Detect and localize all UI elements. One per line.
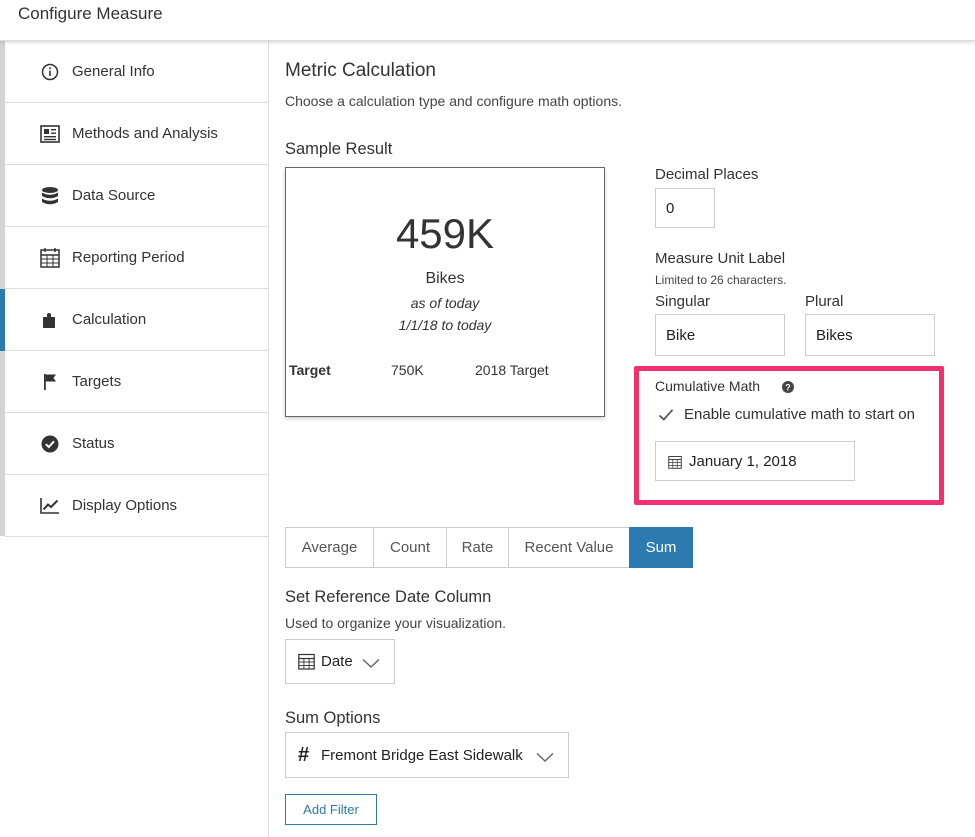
calc-type-count[interactable]: Count <box>373 527 447 568</box>
info-icon <box>39 61 61 83</box>
calendar-icon <box>668 455 682 474</box>
sidebar-item-methods-and-analysis[interactable]: Methods and Analysis <box>5 103 268 165</box>
plural-input[interactable] <box>805 314 935 356</box>
calc-type-average[interactable]: Average <box>285 527 374 568</box>
help-icon[interactable]: ? <box>782 380 794 398</box>
sample-result-card: 459K Bikes as of today 1/1/18 to today T… <box>285 167 605 417</box>
sample-unit: Bikes <box>425 270 465 287</box>
cumulative-start-date: January 1, 2018 <box>689 453 797 470</box>
sidebar-item-calculation[interactable]: Calculation <box>5 289 268 351</box>
sidebar-item-label: Data Source <box>72 187 156 204</box>
hash-icon: # <box>298 744 310 766</box>
flag-icon <box>39 371 61 393</box>
puzzle-icon <box>39 309 61 331</box>
cumulative-math-checkbox[interactable] <box>657 406 675 424</box>
check-circle-icon <box>39 433 61 455</box>
target-name: 2018 Target <box>475 362 549 378</box>
singular-input[interactable] <box>655 314 785 356</box>
sidebar: General Info Methods and Analysis Data S… <box>0 41 269 837</box>
calc-type-rate[interactable]: Rate <box>446 527 509 568</box>
target-label: Target <box>289 362 331 378</box>
chevron-down-icon <box>362 656 380 674</box>
section-title: Metric Calculation <box>285 60 436 81</box>
decimal-places-label: Decimal Places <box>655 166 759 183</box>
sum-options-heading: Sum Options <box>285 709 381 727</box>
calendar-icon <box>39 247 61 269</box>
svg-text:?: ? <box>785 382 791 392</box>
calc-type-recent-value[interactable]: Recent Value <box>508 527 630 568</box>
header: Configure Measure <box>0 0 975 41</box>
sidebar-item-label: Targets <box>72 373 122 390</box>
sidebar-item-reporting-period[interactable]: Reporting Period <box>5 227 268 289</box>
reference-date-value: Date <box>321 653 353 670</box>
sidebar-item-status[interactable]: Status <box>5 413 268 475</box>
sample-as-of: as of today <box>410 295 480 311</box>
sidebar-item-label: General Info <box>72 63 155 80</box>
line-chart-icon <box>39 495 61 517</box>
singular-label: Singular <box>655 293 711 310</box>
document-icon <box>39 123 61 145</box>
sample-result-heading: Sample Result <box>285 140 393 158</box>
sidebar-item-general-info[interactable]: General Info <box>5 41 268 103</box>
sidebar-item-label: Calculation <box>72 311 147 328</box>
plural-label: Plural <box>805 293 844 310</box>
add-filter-button[interactable]: Add Filter <box>285 794 377 825</box>
sidebar-item-label: Methods and Analysis <box>72 125 218 142</box>
reference-date-dropdown[interactable]: Date <box>285 639 395 684</box>
sample-range: 1/1/18 to today <box>398 317 492 333</box>
sample-value: 459K <box>395 210 495 257</box>
sidebar-item-display-options[interactable]: Display Options <box>5 475 268 537</box>
sum-column-dropdown[interactable]: # Fremont Bridge East Sidewalk <box>285 732 569 778</box>
target-value: 750K <box>391 362 424 378</box>
decimal-places-input[interactable] <box>655 188 715 228</box>
calendar-icon <box>298 653 315 675</box>
database-icon <box>39 185 61 207</box>
sidebar-item-label: Display Options <box>72 497 178 514</box>
page-title: Configure Measure <box>18 4 163 23</box>
sum-column-value: Fremont Bridge East Sidewalk <box>321 747 523 764</box>
section-subtitle: Choose a calculation type and configure … <box>285 93 622 109</box>
sidebar-item-data-source[interactable]: Data Source <box>5 165 268 227</box>
cumulative-start-date-picker[interactable]: January 1, 2018 <box>655 441 855 481</box>
chevron-down-icon <box>536 750 554 768</box>
sidebar-item-label: Reporting Period <box>72 249 185 266</box>
measure-unit-label: Measure Unit Label <box>655 250 786 267</box>
cumulative-math-checkbox-label: Enable cumulative math to start on <box>684 406 915 423</box>
reference-date-hint: Used to organize your visualization. <box>285 615 507 631</box>
reference-date-heading: Set Reference Date Column <box>285 588 492 606</box>
sidebar-item-targets[interactable]: Targets <box>5 351 268 413</box>
cumulative-math-label: Cumulative Math <box>655 378 761 394</box>
measure-unit-hint: Limited to 26 characters. <box>655 273 787 287</box>
calc-type-sum[interactable]: Sum <box>629 527 693 568</box>
sidebar-item-label: Status <box>72 435 115 452</box>
